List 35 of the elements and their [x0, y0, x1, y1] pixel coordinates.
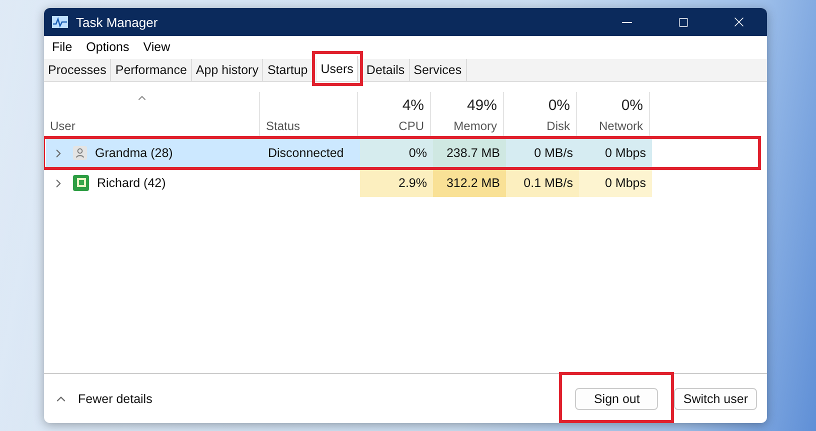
status-cell: Disconnected — [262, 139, 360, 167]
footer-button[interactable]: Sign out — [575, 388, 658, 410]
menu-item[interactable]: View — [143, 40, 170, 54]
usage-cell: 0% — [360, 139, 433, 167]
user-cell[interactable]: Grandma (28) — [46, 139, 262, 167]
usage-total: 0% — [621, 97, 643, 114]
column-header[interactable]: Network — [598, 119, 643, 133]
maximize-icon — [678, 16, 688, 28]
column-header[interactable]: Memory — [454, 119, 497, 133]
tab[interactable]: Users — [316, 56, 358, 81]
usage-cell: 0 MB/s — [506, 139, 579, 167]
user-cell[interactable]: Richard (42) — [46, 169, 262, 197]
column-header[interactable]: Disk — [546, 119, 570, 133]
user-name: Richard (42) — [97, 176, 166, 190]
window-title: Task Manager — [76, 14, 159, 30]
user-icon — [73, 146, 87, 160]
usage-cell: 0.1 MB/s — [506, 169, 579, 197]
fewer-details-toggle[interactable]: Fewer details — [54, 392, 568, 406]
usage-cell: 0 Mbps — [579, 169, 652, 197]
usage-total: 49% — [466, 97, 497, 114]
footer-button[interactable]: Switch user — [674, 388, 757, 410]
menu-item[interactable]: File — [52, 40, 72, 54]
usage-cell: 238.7 MB — [433, 139, 506, 167]
usage-cell: 0 Mbps — [579, 139, 652, 167]
user-name: Grandma (28) — [95, 146, 173, 160]
column-header[interactable]: User — [50, 119, 76, 133]
usage-cell: 312.2 MB — [433, 169, 506, 197]
menu-item[interactable]: Options — [86, 40, 130, 54]
usage-cell: 2.9% — [360, 169, 433, 197]
user-icon — [73, 175, 89, 191]
column-header[interactable]: CPU — [398, 119, 424, 133]
app-icon — [52, 16, 68, 28]
usage-total: 0% — [548, 97, 570, 114]
column-header[interactable]: Status — [266, 119, 300, 133]
usage-total: 4% — [402, 97, 424, 114]
